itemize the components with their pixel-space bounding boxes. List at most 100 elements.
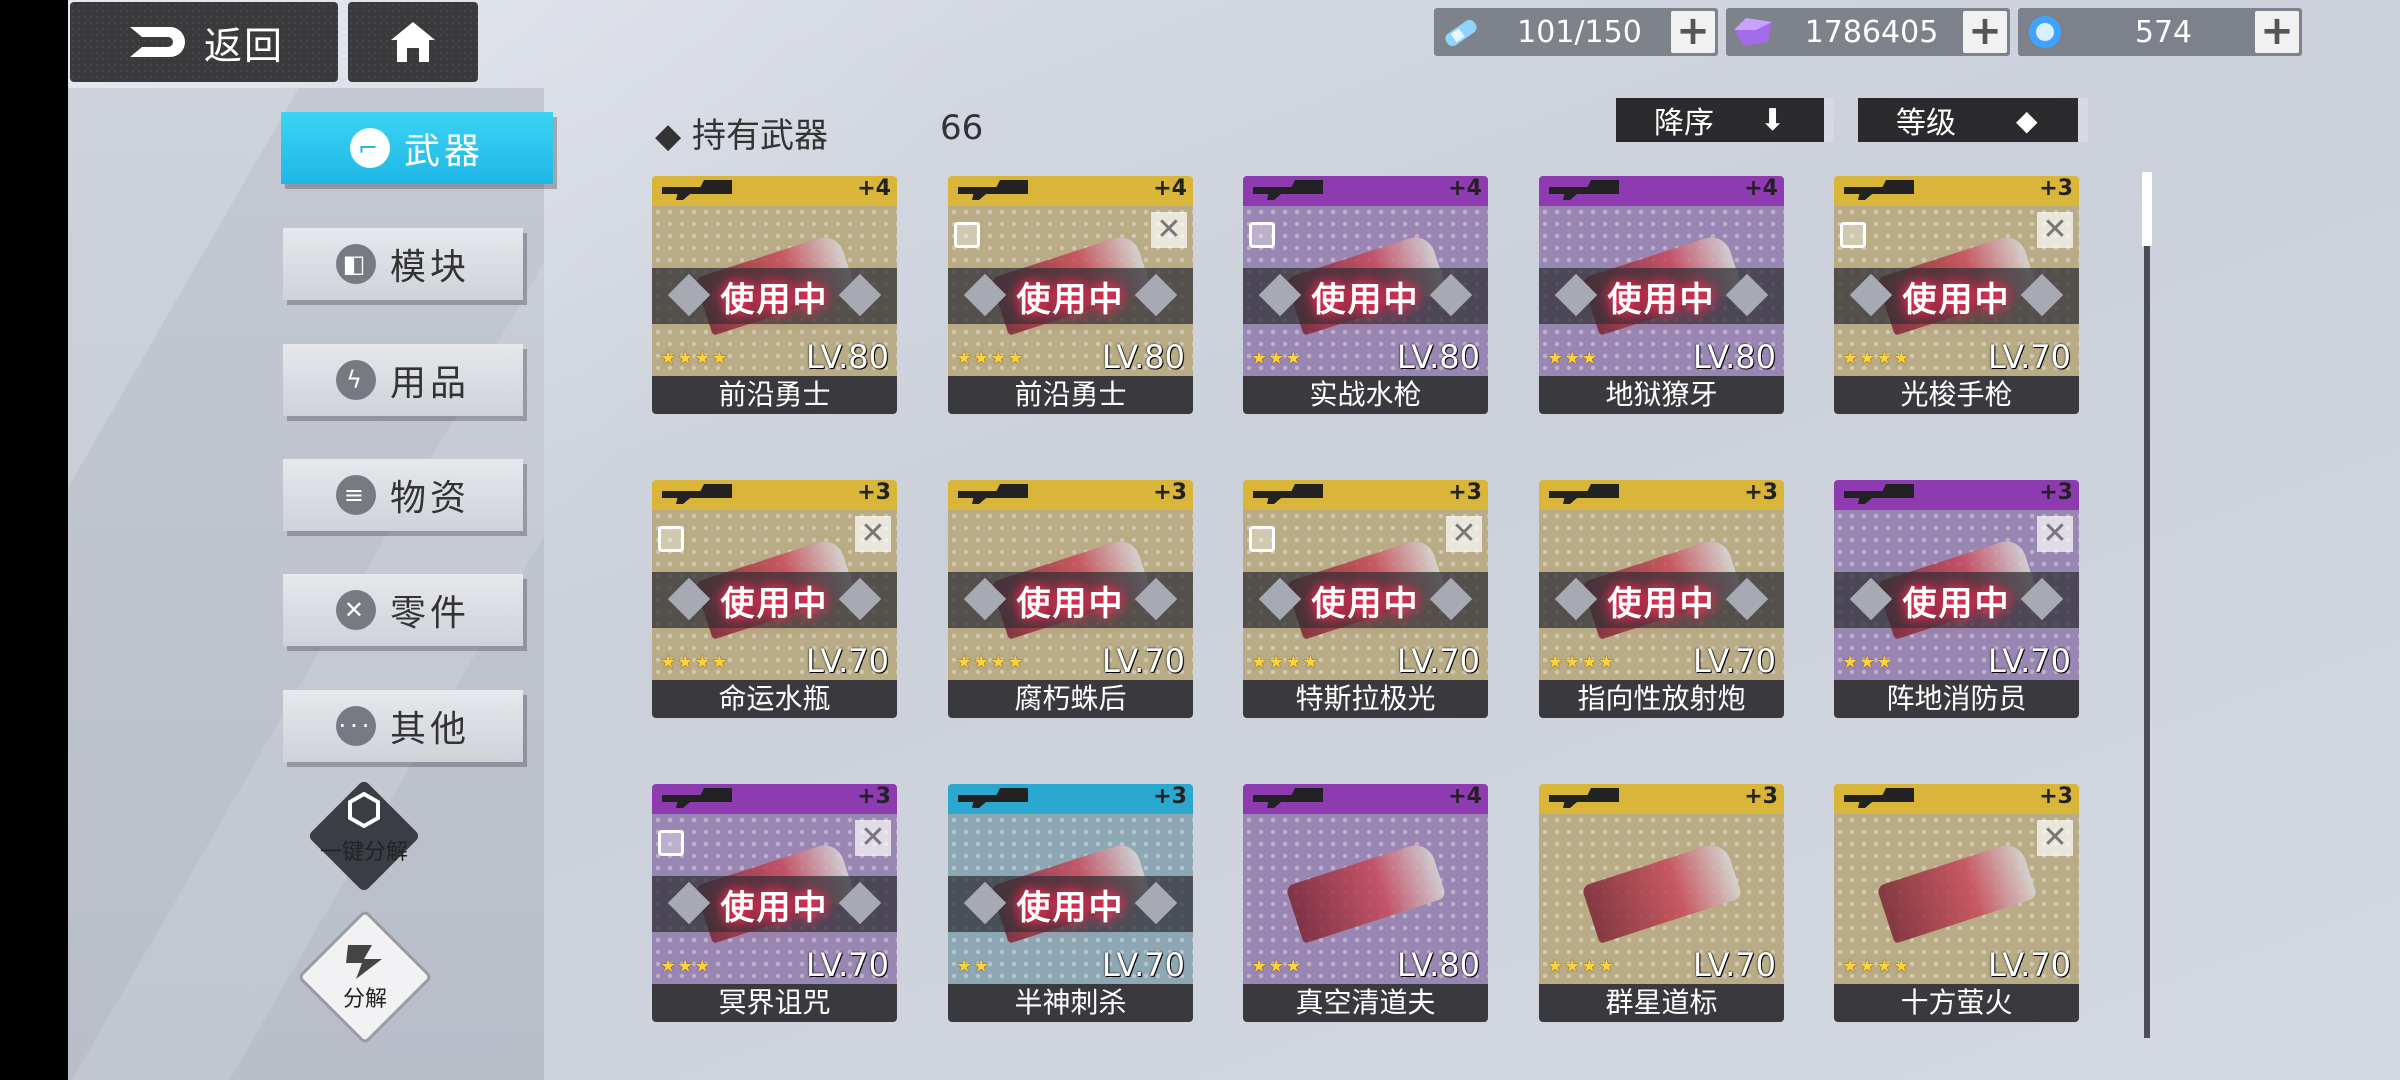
home-button[interactable]: [348, 2, 478, 82]
weapon-name: 真空清道夫: [1243, 984, 1488, 1022]
sort-field-button[interactable]: 等级 ◆: [1858, 98, 2088, 142]
lock-icon[interactable]: [954, 222, 980, 248]
module-icon: ◧: [335, 244, 376, 284]
lock-icon[interactable]: [658, 526, 684, 552]
lock-icon[interactable]: [1249, 222, 1275, 248]
diamond-right-icon: [1134, 881, 1178, 925]
star-rating: ★★★: [1251, 348, 1303, 369]
refine-level: +4: [857, 176, 891, 201]
back-button[interactable]: 返回: [70, 2, 338, 82]
download-arrow-icon: ⬇: [1760, 102, 1786, 138]
in-use-overlay: 使用中: [948, 572, 1193, 628]
back-label: 返回: [203, 23, 284, 68]
wrench-icon[interactable]: ✕: [855, 820, 891, 856]
weapon-card[interactable]: +4 使用中 ★★★ LV.80 实战水枪: [1243, 176, 1488, 414]
resource-energy: 101/150 +: [1434, 8, 1718, 56]
tab-items[interactable]: ϟ 用品: [283, 344, 523, 416]
weapon-card[interactable]: +3 ★★★★ LV.70 群星道标: [1539, 784, 1784, 1022]
rank-diamond-icon: ◆: [2016, 103, 2038, 137]
weapon-card[interactable]: +3 ✕ ★★★★ LV.70 十方萤火: [1834, 784, 2079, 1022]
weapon-card[interactable]: +4 ★★★ LV.80 真空清道夫: [1243, 784, 1488, 1022]
in-use-label: 使用中: [1311, 583, 1420, 624]
weapon-name: 特斯拉极光: [1243, 680, 1488, 718]
in-use-overlay: 使用中: [1243, 572, 1488, 628]
diamond-right-icon: [838, 881, 882, 925]
add-energy-button[interactable]: +: [1671, 11, 1715, 53]
star-rating: ★★: [956, 956, 991, 977]
refine-level: +3: [857, 784, 891, 809]
weapon-card[interactable]: +3 使用中 ★★★★ LV.70 腐朽蛛后: [948, 480, 1193, 718]
in-use-overlay: 使用中: [652, 268, 897, 324]
weapon-level: LV.80: [806, 338, 889, 376]
wrench-icon[interactable]: ✕: [2037, 212, 2073, 248]
weapon-card[interactable]: +3 ✕ 使用中 ★★★ LV.70 冥界诅咒: [652, 784, 897, 1022]
in-use-overlay: 使用中: [652, 572, 897, 628]
lock-icon[interactable]: [1249, 526, 1275, 552]
blue-orb-icon: [2018, 8, 2072, 56]
weapon-level: LV.80: [1102, 338, 1185, 376]
owned-weapons-label: ◆ 持有武器: [655, 116, 828, 156]
weapon-card[interactable]: +3 ✕ 使用中 ★★★★ LV.70 光梭手枪: [1834, 176, 2079, 414]
refine-level: +4: [1153, 176, 1187, 201]
tab-other[interactable]: ··· 其他: [283, 690, 523, 762]
weapon-card[interactable]: +3 使用中 ★★ LV.70 半神刺杀: [948, 784, 1193, 1022]
wrench-icon[interactable]: ✕: [2037, 516, 2073, 552]
scrollbar-thumb[interactable]: [2142, 172, 2152, 246]
diamond-right-icon: [1725, 273, 1769, 317]
weapon-level: LV.70: [1397, 642, 1480, 680]
in-use-label: 使用中: [1311, 279, 1420, 320]
wrench-icon[interactable]: ✕: [2037, 820, 2073, 856]
weapon-level: LV.70: [1988, 946, 2071, 984]
weapon-name: 命运水瓶: [652, 680, 897, 718]
tab-parts[interactable]: ✕ 零件: [283, 574, 523, 646]
diamond-right-icon: [1134, 273, 1178, 317]
wrench-icon[interactable]: ✕: [855, 516, 891, 552]
in-use-label: 使用中: [1016, 279, 1125, 320]
weapon-level: LV.70: [1988, 338, 2071, 376]
tab-modules[interactable]: ◧ 模块: [283, 228, 523, 300]
wrench-icon[interactable]: ✕: [1151, 212, 1187, 248]
weapon-card[interactable]: +3 ✕ 使用中 ★★★ LV.70 阵地消防员: [1834, 480, 2079, 718]
diamond-right-icon: [1429, 273, 1473, 317]
in-use-overlay: 使用中: [1834, 268, 2079, 324]
weapon-card[interactable]: +3 ✕ 使用中 ★★★★ LV.70 特斯拉极光: [1243, 480, 1488, 718]
wrench-icon[interactable]: ✕: [1446, 516, 1482, 552]
sort-order-button[interactable]: 降序 ⬇: [1616, 98, 1834, 142]
dismantle-button[interactable]: 分解: [297, 909, 433, 1045]
diamond-right-icon: [838, 273, 882, 317]
refine-level: +3: [2039, 480, 2073, 505]
in-use-label: 使用中: [1902, 279, 2011, 320]
weapon-name: 指向性放射炮: [1539, 680, 1784, 718]
star-rating: ★★★: [660, 956, 712, 977]
add-crystal-button[interactable]: +: [1963, 11, 2007, 53]
weapon-icon: ⌐: [349, 128, 390, 168]
add-orb-button[interactable]: +: [2255, 11, 2299, 53]
weapon-card[interactable]: +4 使用中 ★★★ LV.80 地狱獠牙: [1539, 176, 1784, 414]
weapon-level: LV.70: [806, 642, 889, 680]
diamond-left-icon: [963, 881, 1007, 925]
weapon-card[interactable]: +3 ✕ 使用中 ★★★★ LV.70 命运水瓶: [652, 480, 897, 718]
orb-value: 574: [2134, 14, 2193, 50]
weapon-level: LV.80: [1397, 946, 1480, 984]
tab-weapons[interactable]: ⌐ 武器: [281, 112, 553, 184]
diamond-left-icon: [963, 273, 1007, 317]
energy-value: 101/150: [1517, 14, 1642, 50]
refine-level: +3: [1153, 480, 1187, 505]
star-rating: ★★★★: [1547, 652, 1616, 673]
weapon-card[interactable]: +4 ✕ 使用中 ★★★★ LV.80 前沿勇士: [948, 176, 1193, 414]
weapon-card[interactable]: +3 使用中 ★★★★ LV.70 指向性放射炮: [1539, 480, 1784, 718]
diamond-left-icon: [1849, 577, 1893, 621]
back-arrow-icon: [129, 27, 185, 57]
tab-supplies[interactable]: ≡ 物资: [283, 459, 523, 531]
weapon-level: LV.70: [806, 946, 889, 984]
in-use-overlay: 使用中: [1243, 268, 1488, 324]
lock-icon[interactable]: [658, 830, 684, 856]
refine-level: +3: [1448, 480, 1482, 505]
weapon-card[interactable]: +4 使用中 ★★★★ LV.80 前沿勇士: [652, 176, 897, 414]
quick-dismantle-button[interactable]: 一键分解: [307, 779, 421, 893]
tab-items-label: 用品: [389, 363, 470, 404]
lock-icon[interactable]: [1840, 222, 1866, 248]
crystal-value: 1786405: [1804, 14, 1939, 50]
scrollbar-track[interactable]: [2144, 172, 2150, 1038]
hexagon-icon: [348, 792, 380, 828]
